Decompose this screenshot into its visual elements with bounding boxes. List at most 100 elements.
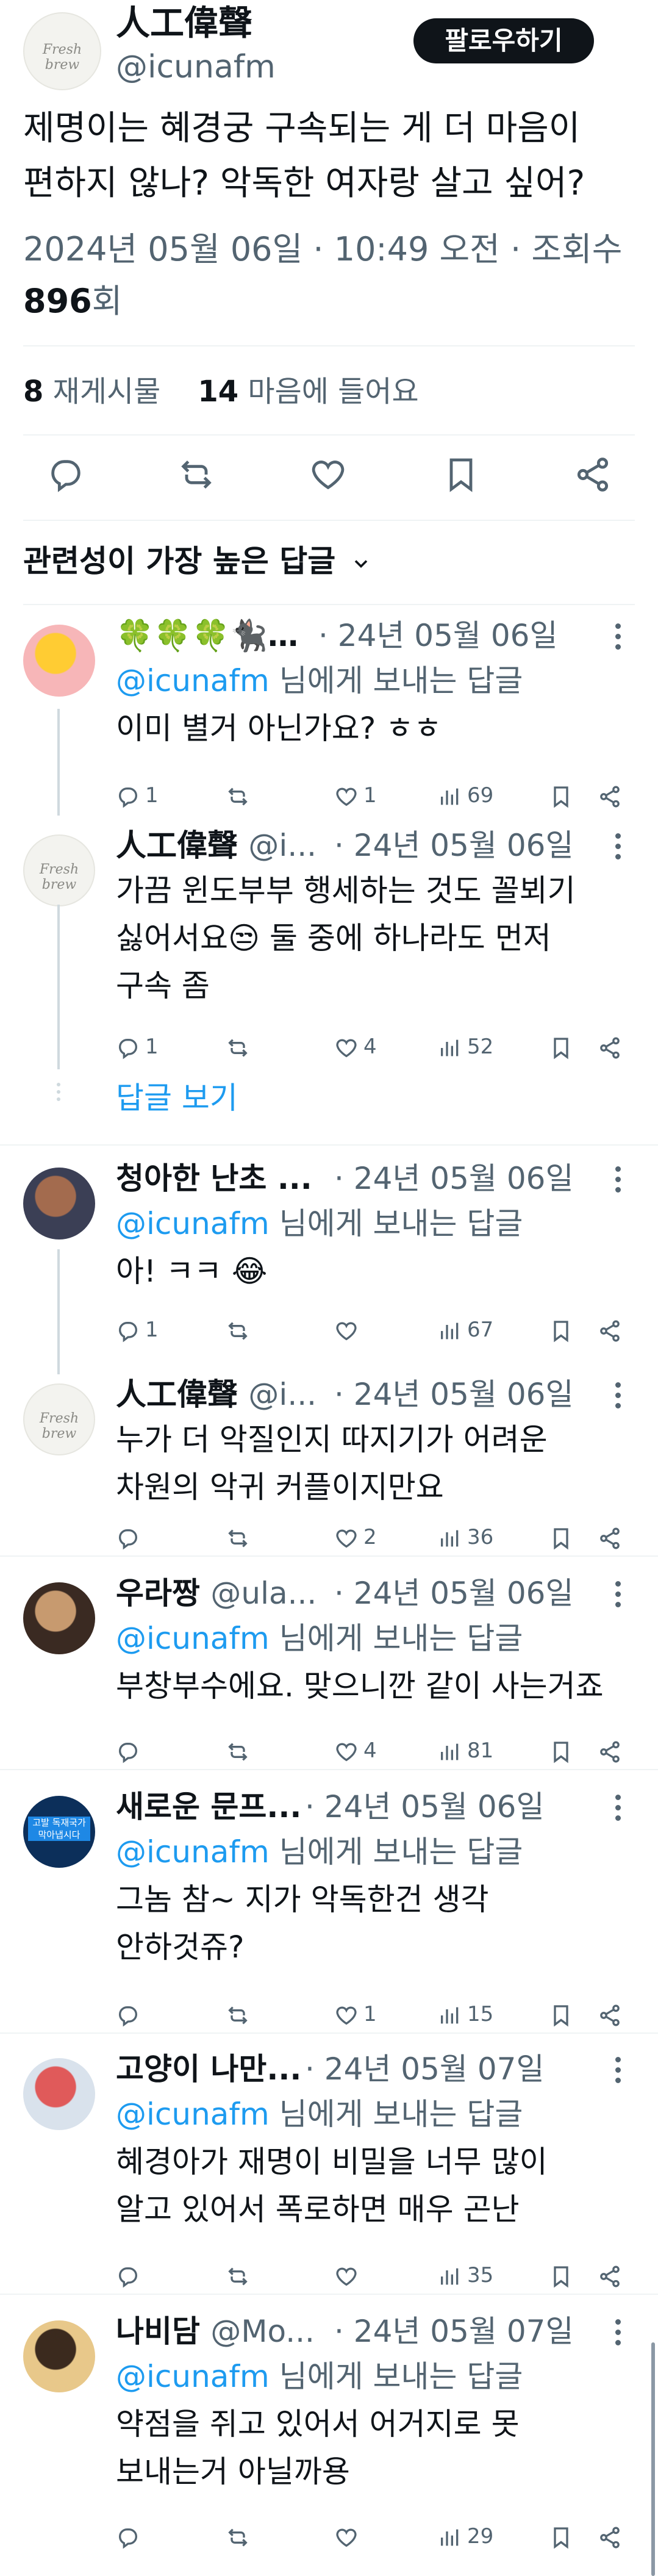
like-button[interactable] <box>334 2518 426 2555</box>
like-button[interactable] <box>334 1311 426 1348</box>
reply-avatar[interactable] <box>23 625 95 697</box>
share-button[interactable] <box>598 1311 634 1348</box>
share-button[interactable] <box>598 2518 634 2555</box>
reply-button[interactable] <box>116 1519 207 1555</box>
bookmark-icon[interactable] <box>442 455 481 494</box>
bookmark-button[interactable] <box>549 1519 585 1555</box>
reply-author[interactable]: 人工偉聲 @i... <box>116 826 316 865</box>
views-button[interactable]: 15 <box>438 1996 529 2032</box>
reply-author-name[interactable]: 人工偉聲 <box>116 1377 238 1412</box>
reply-button[interactable]: 1 <box>116 1311 207 1348</box>
author-handle[interactable]: @icunafm <box>116 48 276 87</box>
reply-author-name[interactable]: 우라짱 <box>116 1576 200 1611</box>
share-button[interactable] <box>598 1028 634 1065</box>
more-icon[interactable] <box>615 1581 622 1608</box>
reply-date[interactable]: · 24년 05월 07일 <box>305 2050 544 2089</box>
reply-author-name[interactable]: 청아한 난초 ... <box>116 1161 312 1196</box>
reply-author-handle[interactable]: @i... <box>248 1377 316 1412</box>
share-button[interactable] <box>598 2257 634 2294</box>
bookmark-button[interactable] <box>549 1311 585 1348</box>
more-icon[interactable] <box>615 833 622 860</box>
follow-button[interactable]: 팔로우하기 <box>413 18 594 63</box>
share-button[interactable] <box>598 777 634 814</box>
share-icon[interactable] <box>573 455 612 494</box>
reply-avatar[interactable]: Fresh brew <box>23 834 95 906</box>
reply-author-handle[interactable]: @ula... <box>210 1576 316 1611</box>
more-icon[interactable] <box>615 2319 622 2346</box>
views-button[interactable]: 52 <box>438 1028 529 1065</box>
reply-author[interactable]: 고양이 나만... <box>116 2050 301 2089</box>
more-icon[interactable] <box>615 2057 622 2084</box>
reply-button[interactable] <box>116 2257 207 2294</box>
views-button[interactable]: 81 <box>438 1732 529 1769</box>
scrollbar[interactable] <box>651 2342 655 2576</box>
retweet-button[interactable] <box>226 1028 317 1065</box>
retweet-button[interactable] <box>226 2518 317 2555</box>
reply-author-name[interactable]: 나비담 <box>116 2314 200 2349</box>
reply-author[interactable]: 나비담 @Mo... <box>116 2312 315 2351</box>
reply-author[interactable]: 人工偉聲 @i... <box>116 1375 316 1414</box>
like-button[interactable] <box>334 2257 426 2294</box>
bookmark-button[interactable] <box>549 2518 585 2555</box>
retweets-label[interactable]: 재게시물 <box>53 375 161 409</box>
bookmark-button[interactable] <box>549 1996 585 2032</box>
reply-avatar[interactable]: Fresh brew <box>23 1383 95 1455</box>
replying-to-handle[interactable]: @icunafm <box>116 1621 270 1656</box>
replying-to-handle[interactable]: @icunafm <box>116 1206 270 1241</box>
bookmark-button[interactable] <box>549 777 585 814</box>
retweet-button[interactable] <box>226 1732 317 1769</box>
views-button[interactable]: 29 <box>438 2518 529 2555</box>
reply-author-handle[interactable]: @Mo... <box>210 2314 315 2349</box>
like-button[interactable]: 1 <box>334 1996 426 2032</box>
views-button[interactable]: 67 <box>438 1311 529 1348</box>
author-name[interactable]: 人工偉聲 <box>116 2 252 45</box>
reply-author-handle[interactable]: @i... <box>248 828 316 863</box>
reply-date[interactable]: · 24년 05월 06일 <box>334 1574 573 1613</box>
reply-author-name[interactable]: 🍀🍀🍀🐈‍⬛… <box>116 618 298 653</box>
reply-date[interactable]: · 24년 05월 06일 <box>334 1159 573 1198</box>
like-button[interactable]: 2 <box>334 1519 426 1555</box>
retweets-count[interactable]: 8 <box>23 375 43 409</box>
reply-author[interactable]: 🍀🍀🍀🐈‍⬛… <box>116 616 298 655</box>
retweet-button[interactable] <box>226 1519 317 1555</box>
more-icon[interactable] <box>615 623 622 650</box>
reply-button[interactable]: 1 <box>116 1028 207 1065</box>
bookmark-button[interactable] <box>549 1028 585 1065</box>
reply-date[interactable]: · 24년 05월 07일 <box>334 2312 573 2351</box>
retweet-button[interactable] <box>226 2257 317 2294</box>
reply-button[interactable] <box>116 1996 207 2032</box>
reply-avatar[interactable] <box>23 2320 95 2392</box>
views-button[interactable]: 36 <box>438 1519 529 1555</box>
like-button[interactable]: 1 <box>334 777 426 814</box>
more-icon[interactable] <box>615 1166 622 1193</box>
reply-button[interactable] <box>116 1732 207 1769</box>
share-button[interactable] <box>598 1732 634 1769</box>
replying-to-handle[interactable]: @icunafm <box>116 1834 270 1870</box>
bookmark-button[interactable] <box>549 2257 585 2294</box>
reply-date[interactable]: · 24년 05월 06일 <box>318 616 557 655</box>
replying-to-handle[interactable]: @icunafm <box>116 2359 270 2394</box>
share-button[interactable] <box>598 1519 634 1555</box>
replying-to-handle[interactable]: @icunafm <box>116 663 270 698</box>
replying-to-handle[interactable]: @icunafm <box>116 2097 270 2132</box>
reply-date[interactable]: · 24년 05월 06일 <box>334 1375 573 1414</box>
retweet-icon[interactable] <box>177 455 216 494</box>
reply-author-name[interactable]: 고양이 나만... <box>116 2051 301 2087</box>
reply-author[interactable]: 우라짱 @ula... <box>116 1574 316 1613</box>
reply-author-name[interactable]: 새로운 문프... <box>116 1789 301 1824</box>
reply-icon[interactable] <box>46 455 85 494</box>
bookmark-button[interactable] <box>549 1732 585 1769</box>
like-button[interactable]: 4 <box>334 1732 426 1769</box>
like-button[interactable]: 4 <box>334 1028 426 1065</box>
reply-button[interactable] <box>116 2518 207 2555</box>
reply-author[interactable]: 새로운 문프... <box>116 1787 301 1826</box>
share-button[interactable] <box>598 1996 634 2032</box>
likes-label[interactable]: 마음에 들어요 <box>248 375 418 409</box>
retweet-button[interactable] <box>226 1311 317 1348</box>
sort-replies-button[interactable]: 관련성이 가장 높은 답글 <box>23 537 372 586</box>
more-icon[interactable] <box>615 1382 622 1409</box>
likes-count[interactable]: 14 <box>198 375 238 409</box>
reply-avatar[interactable] <box>23 1582 95 1654</box>
author-avatar[interactable]: Fresh brew <box>23 12 101 90</box>
views-button[interactable]: 35 <box>438 2257 529 2294</box>
